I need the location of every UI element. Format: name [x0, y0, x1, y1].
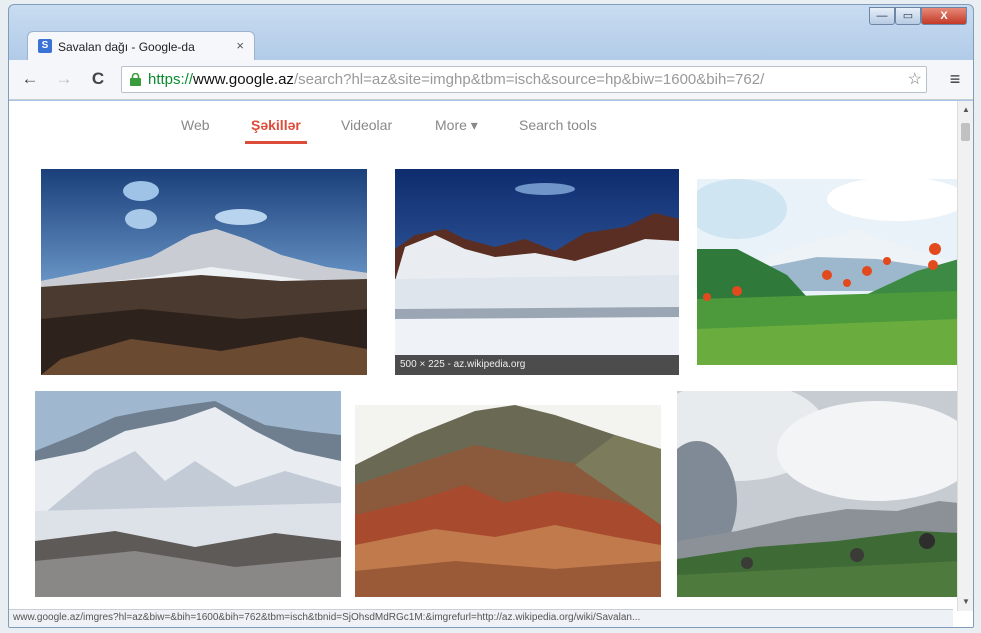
tab-web[interactable]: Web — [181, 117, 210, 133]
scroll-down-icon[interactable]: ▼ — [958, 595, 973, 609]
close-window-button[interactable]: X — [921, 7, 967, 25]
lock-icon — [130, 73, 141, 86]
url-scheme: https:// — [148, 71, 194, 88]
mountain-photo-5 — [355, 405, 661, 597]
hamburger-menu-icon[interactable]: ≡ — [945, 68, 965, 90]
minimize-button[interactable]: — — [869, 7, 895, 25]
browser-tab[interactable]: S Savalan dağı - Google-da × — [27, 31, 255, 61]
mountain-photo-2 — [395, 169, 679, 375]
scroll-up-icon[interactable]: ▲ — [958, 103, 973, 117]
address-bar[interactable]: https://www.google.az/search?hl=az&site=… — [121, 66, 927, 93]
image-result[interactable] — [677, 391, 959, 597]
url-path: /search?hl=az&site=imghp&tbm=isch&source… — [293, 71, 765, 88]
image-result[interactable] — [697, 179, 959, 365]
mountain-photo-3 — [697, 179, 959, 365]
image-result-selected[interactable]: 500 × 225 - az.wikipedia.org — [395, 169, 679, 375]
tab-close-icon[interactable]: × — [236, 38, 244, 53]
reload-icon[interactable]: C — [87, 68, 109, 90]
status-bar: www.google.az/imgres?hl=az&biw=&bih=1600… — [9, 609, 953, 627]
tab-title: Savalan dağı - Google-da — [58, 40, 195, 54]
title-bar: — ▭ X S Savalan dağı - Google-da × — [9, 5, 973, 61]
mountain-photo-1 — [41, 169, 367, 375]
scroll-thumb[interactable] — [961, 123, 970, 141]
tab-videos[interactable]: Videolar — [341, 117, 392, 133]
tab-search-tools[interactable]: Search tools — [519, 117, 597, 133]
tab-images[interactable]: Şəkillər — [245, 117, 307, 144]
page-viewport: Web Şəkillər Videolar More ▾ Search tool… — [9, 101, 973, 627]
maximize-button[interactable]: ▭ — [895, 7, 921, 25]
url-text: https://www.google.az/search?hl=az&site=… — [148, 67, 764, 92]
mountain-photo-6 — [677, 391, 959, 597]
favicon-icon: S — [38, 39, 52, 53]
image-result[interactable] — [41, 169, 367, 375]
tab-more[interactable]: More ▾ — [435, 117, 478, 134]
forward-arrow-icon[interactable]: → — [53, 68, 75, 90]
mountain-photo-4 — [35, 391, 341, 597]
image-result[interactable] — [35, 391, 341, 597]
url-host: www.google.az — [193, 71, 294, 88]
image-caption: 500 × 225 - az.wikipedia.org — [395, 355, 679, 375]
back-arrow-icon[interactable]: ← — [19, 68, 41, 90]
vertical-scrollbar[interactable]: ▲ ▼ — [957, 101, 973, 611]
image-result[interactable] — [355, 405, 661, 597]
tab-images-label: Şəkillər — [251, 117, 301, 133]
active-tab-underline — [245, 141, 307, 144]
star-icon[interactable]: ☆ — [904, 67, 922, 92]
browser-toolbar: ← → C https://www.google.az/search?hl=az… — [9, 60, 973, 100]
browser-window: — ▭ X S Savalan dağı - Google-da × ← → C… — [8, 4, 974, 628]
